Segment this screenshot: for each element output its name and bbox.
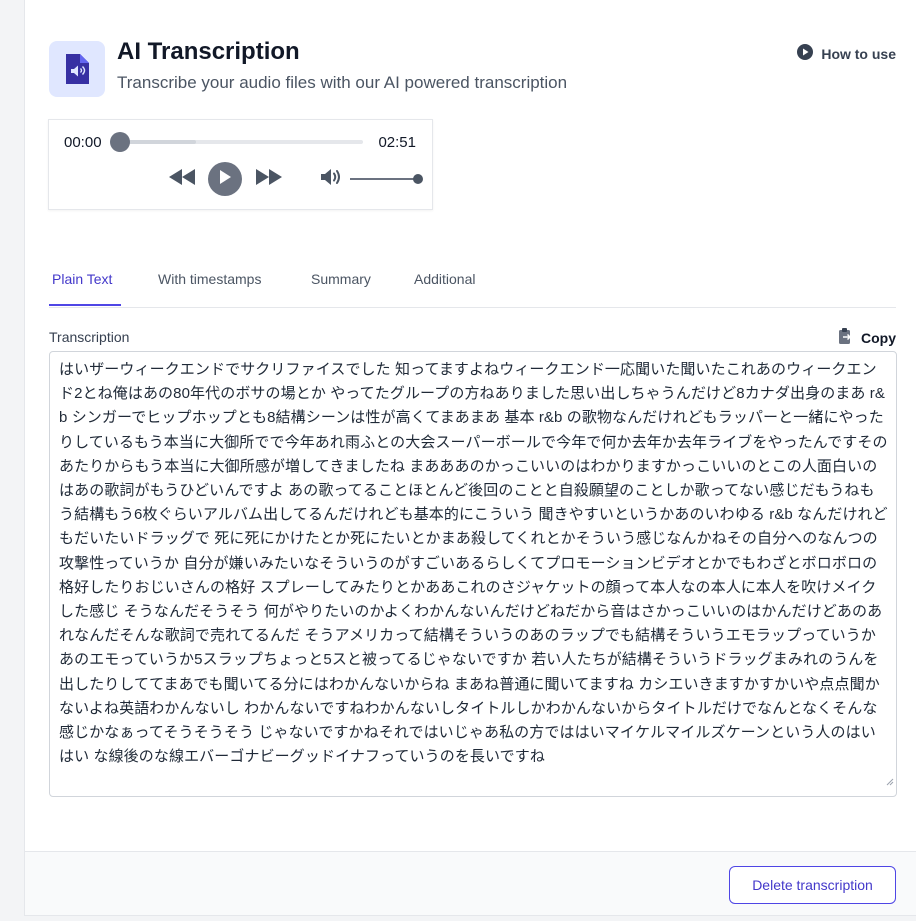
page-subtitle: Transcribe your audio files with our AI … [117, 73, 568, 92]
transcription-card: AI Transcription Transcribe your audio f… [24, 0, 916, 916]
tab-with-timestamps[interactable]: With timestamps [158, 271, 261, 287]
how-to-use-label: How to use [821, 45, 896, 62]
tab-bar: Plain Text With timestamps Summary Addit… [49, 264, 896, 308]
page-title: AI Transcription [117, 38, 300, 65]
fast-forward-icon [255, 168, 283, 191]
play-icon [218, 169, 232, 190]
resize-handle-icon[interactable] [886, 770, 894, 794]
audio-file-icon [49, 41, 105, 97]
play-circle-icon [797, 44, 814, 63]
rewind-button[interactable] [167, 162, 197, 196]
transcription-text: はいザーウィークエンドでサクリファイスでした 知ってますよねウィークエンド一応聞… [59, 361, 888, 766]
play-button[interactable] [208, 162, 242, 196]
tab-summary[interactable]: Summary [311, 271, 371, 287]
delete-transcription-button[interactable]: Delete transcription [729, 866, 896, 904]
tab-additional[interactable]: Additional [414, 271, 476, 287]
seek-buffered [121, 140, 197, 144]
clipboard-copy-icon [837, 327, 853, 348]
fast-forward-button[interactable] [254, 162, 284, 196]
tab-plain-text[interactable]: Plain Text [52, 271, 112, 287]
transcription-textarea[interactable]: はいザーウィークエンドでサクリファイスでした 知ってますよねウィークエンド一応聞… [49, 351, 897, 797]
volume-icon [320, 167, 342, 192]
seek-thumb[interactable] [110, 132, 130, 152]
volume-button[interactable] [319, 162, 343, 196]
seek-bar[interactable] [110, 132, 363, 152]
copy-label: Copy [861, 329, 896, 346]
volume-thumb[interactable] [413, 174, 423, 184]
volume-slider[interactable] [350, 174, 423, 184]
total-time: 02:51 [378, 134, 416, 151]
copy-button[interactable]: Copy [837, 327, 896, 348]
how-to-use-link[interactable]: How to use [797, 44, 896, 63]
current-time: 00:00 [64, 134, 102, 151]
active-tab-indicator [49, 304, 121, 306]
audio-player: 00:00 02:51 [48, 119, 433, 210]
transcription-label: Transcription [49, 329, 130, 345]
rewind-icon [168, 168, 196, 191]
